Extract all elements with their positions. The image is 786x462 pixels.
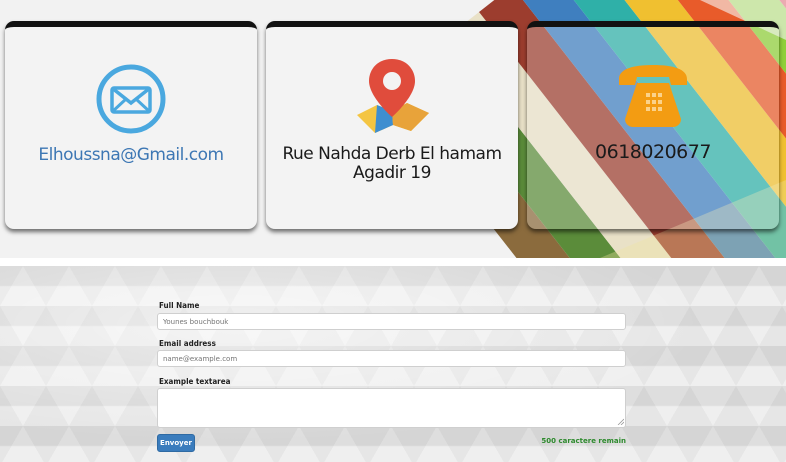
envelope-icon (96, 64, 166, 134)
full-name-label: Full Name (159, 301, 200, 310)
contact-form: Full Name Email address Example textarea… (0, 266, 786, 462)
full-name-input[interactable] (157, 313, 626, 330)
character-counter: 500 caractere remain (541, 437, 626, 445)
message-textarea[interactable] (157, 388, 626, 428)
submit-button[interactable]: Envoyer (157, 434, 195, 452)
email-input[interactable] (157, 350, 626, 367)
contact-section: Elhoussna@Gmail.com Rue Nahda Derb El ha… (0, 0, 786, 258)
map-pin-icon (357, 59, 429, 133)
telephone-icon (619, 65, 687, 127)
phone-card: 0618020677 (527, 21, 779, 229)
email-text[interactable]: Elhoussna@Gmail.com (5, 145, 257, 165)
address-text[interactable]: Rue Nahda Derb El hamam Agadir 19 (266, 145, 518, 183)
textarea-label: Example textarea (159, 377, 231, 386)
phone-text[interactable]: 0618020677 (527, 141, 779, 163)
resize-grip-icon[interactable] (617, 418, 624, 425)
email-card: Elhoussna@Gmail.com (5, 21, 257, 229)
address-line-1: Rue Nahda Derb El hamam (282, 144, 502, 164)
email-label: Email address (159, 339, 216, 348)
address-line-2: Agadir 19 (353, 163, 431, 183)
section-divider (0, 258, 786, 266)
address-card: Rue Nahda Derb El hamam Agadir 19 (266, 21, 518, 229)
